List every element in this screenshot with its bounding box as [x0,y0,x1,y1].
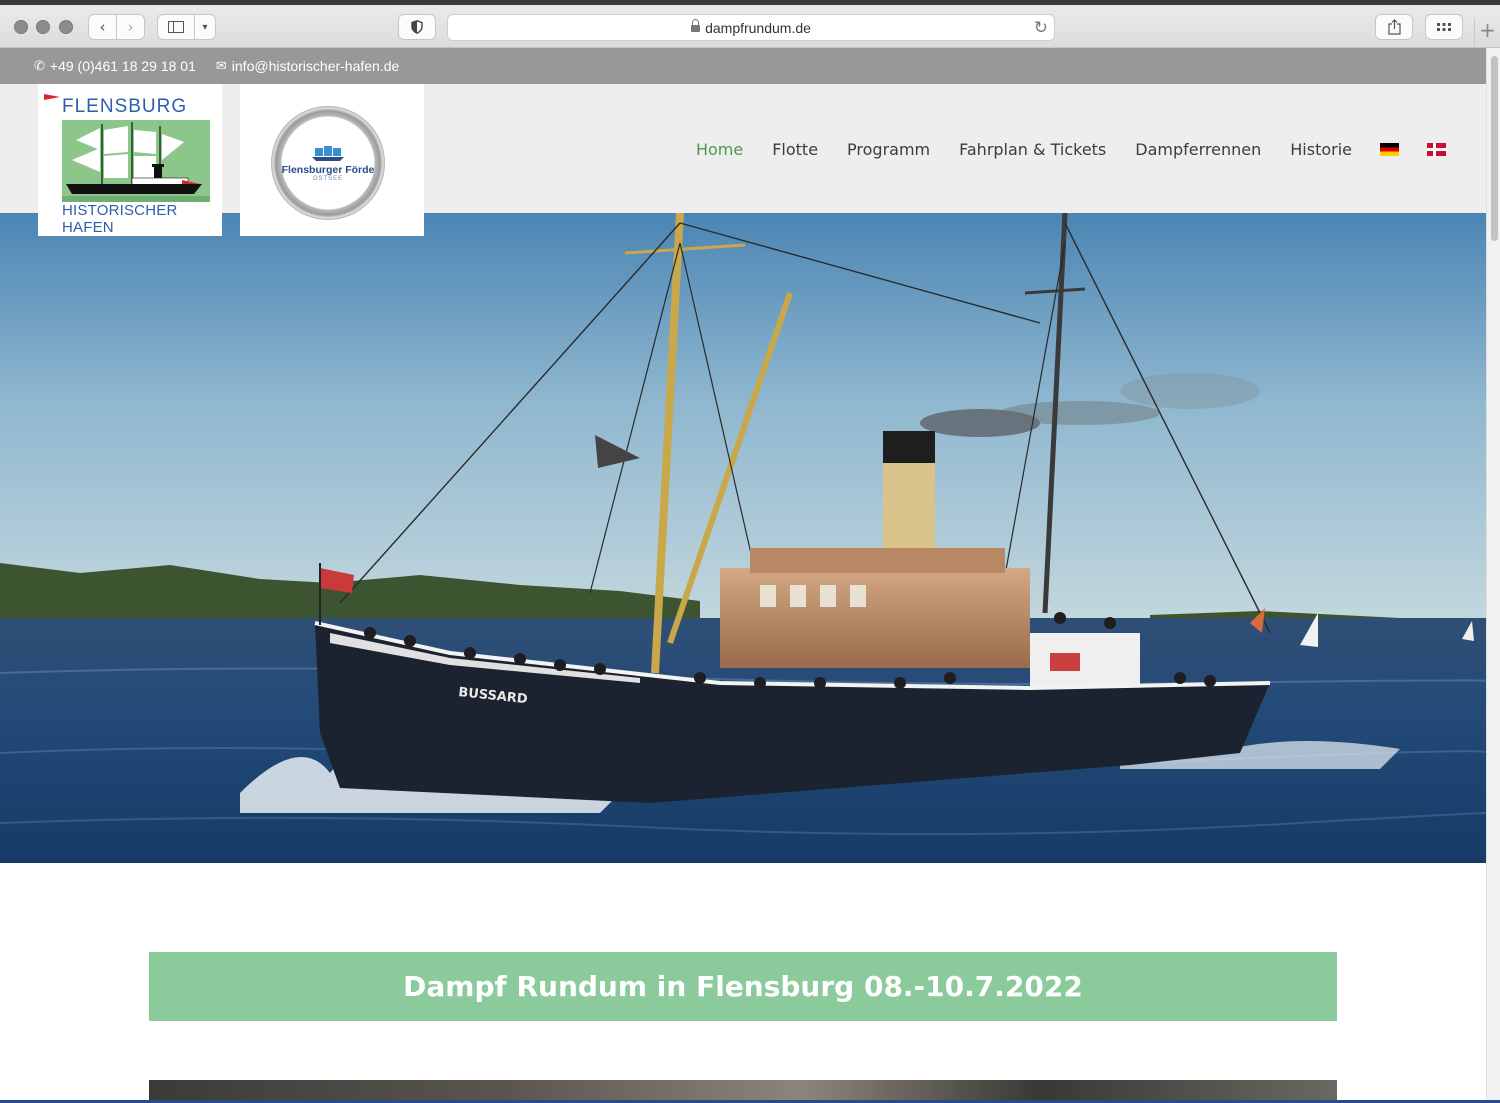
web-page: ✆ +49 (0)461 18 29 18 01 ✉ info@historis… [0,48,1486,1103]
share-button[interactable] [1375,14,1413,40]
email-contact[interactable]: ✉ info@historischer-hafen.de [216,58,399,74]
menu-bar-strip [0,0,1500,5]
sidebar-toggle-button[interactable] [157,14,195,40]
privacy-shield-button[interactable] [398,14,436,40]
pennant-flag [44,94,60,100]
site-header: FLENSBURG HISTORISCHER HAFEN Flensburger… [0,84,1486,236]
chevron-down-icon: ▾ [202,21,208,33]
hero-image: BUSSARD [0,213,1486,863]
grid-icon [1437,23,1451,31]
reload-icon[interactable]: ↻ [1034,18,1048,38]
nav-flotte[interactable]: Flotte [772,140,818,159]
scrollbar-thumb[interactable] [1491,56,1498,241]
logo-title: FLENSBURG [62,96,188,117]
shield-icon [411,20,423,34]
minimize-window-button[interactable] [36,20,50,34]
share-icon [1387,19,1401,35]
address-bar[interactable]: dampfrundum.de ↻ [447,14,1055,41]
close-window-button[interactable] [14,20,28,34]
foerde-seal: Flensburger Förde OSTSEE [271,106,385,220]
browser-toolbar: ‹ › ▾ dampfrundum.de ↻ + [0,0,1500,48]
phone-icon: ✆ [34,58,45,73]
logo-subtitle: HISTORISCHER HAFEN [62,202,178,236]
address-text: dampfrundum.de [705,19,811,36]
lock-icon [691,19,701,32]
back-button[interactable]: ‹ [88,14,117,40]
zoom-window-button[interactable] [59,20,73,34]
german-flag-icon[interactable] [1380,143,1399,156]
phone-number: +49 (0)461 18 29 18 01 [49,58,196,74]
nav-historie[interactable]: Historie [1290,140,1352,159]
nav-dampferrennen[interactable]: Dampferrennen [1135,140,1261,159]
sidebar-icon [168,21,184,33]
page-scrollbar[interactable] [1486,48,1500,1103]
main-navigation: Home Flotte Programm Fahrplan & Tickets … [667,140,1446,159]
nav-home[interactable]: Home [696,140,743,159]
sidebar-menu-button[interactable]: ▾ [194,14,216,40]
sailing-ship-logo-image [62,120,210,202]
event-title: Dampf Rundum in Flensburg 08.-10.7.2022 [403,970,1083,1003]
phone-contact[interactable]: ✆ +49 (0)461 18 29 18 01 [34,58,196,74]
forward-button[interactable]: › [116,14,145,40]
contact-bar: ✆ +49 (0)461 18 29 18 01 ✉ info@historis… [0,48,1486,84]
flensburger-foerde-logo[interactable]: Flensburger Förde OSTSEE [240,84,424,236]
nav-fahrplan-tickets[interactable]: Fahrplan & Tickets [959,140,1106,159]
steamship-photo: BUSSARD [0,213,1486,863]
historischer-hafen-logo[interactable]: FLENSBURG HISTORISCHER HAFEN [38,84,222,236]
new-tab-button[interactable]: + [1474,18,1500,48]
seal-name: Flensburger Förde [281,164,375,176]
plus-icon: + [1479,18,1496,42]
email-address: info@historischer-hafen.de [231,58,400,74]
event-banner: Dampf Rundum in Flensburg 08.-10.7.2022 [149,952,1337,1021]
tab-overview-button[interactable] [1425,14,1463,40]
seal-subtitle: OSTSEE [312,176,344,182]
chevron-left-icon: ‹ [99,18,106,36]
ship-icon [312,146,344,161]
nav-programm[interactable]: Programm [847,140,930,159]
chevron-right-icon: › [127,18,134,36]
envelope-icon: ✉ [215,58,227,73]
danish-flag-icon[interactable] [1427,143,1446,156]
